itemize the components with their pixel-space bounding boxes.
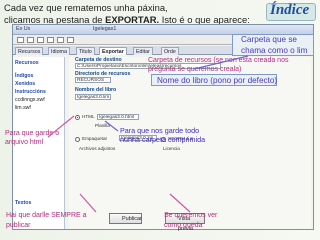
callout-arrows bbox=[47, 55, 249, 213]
arrow-publicar bbox=[79, 193, 97, 213]
arrow-folder bbox=[193, 55, 249, 70]
arrow-html bbox=[47, 115, 75, 138]
arrow-vista-previa bbox=[169, 193, 191, 213]
arrow-zip bbox=[104, 120, 119, 132]
